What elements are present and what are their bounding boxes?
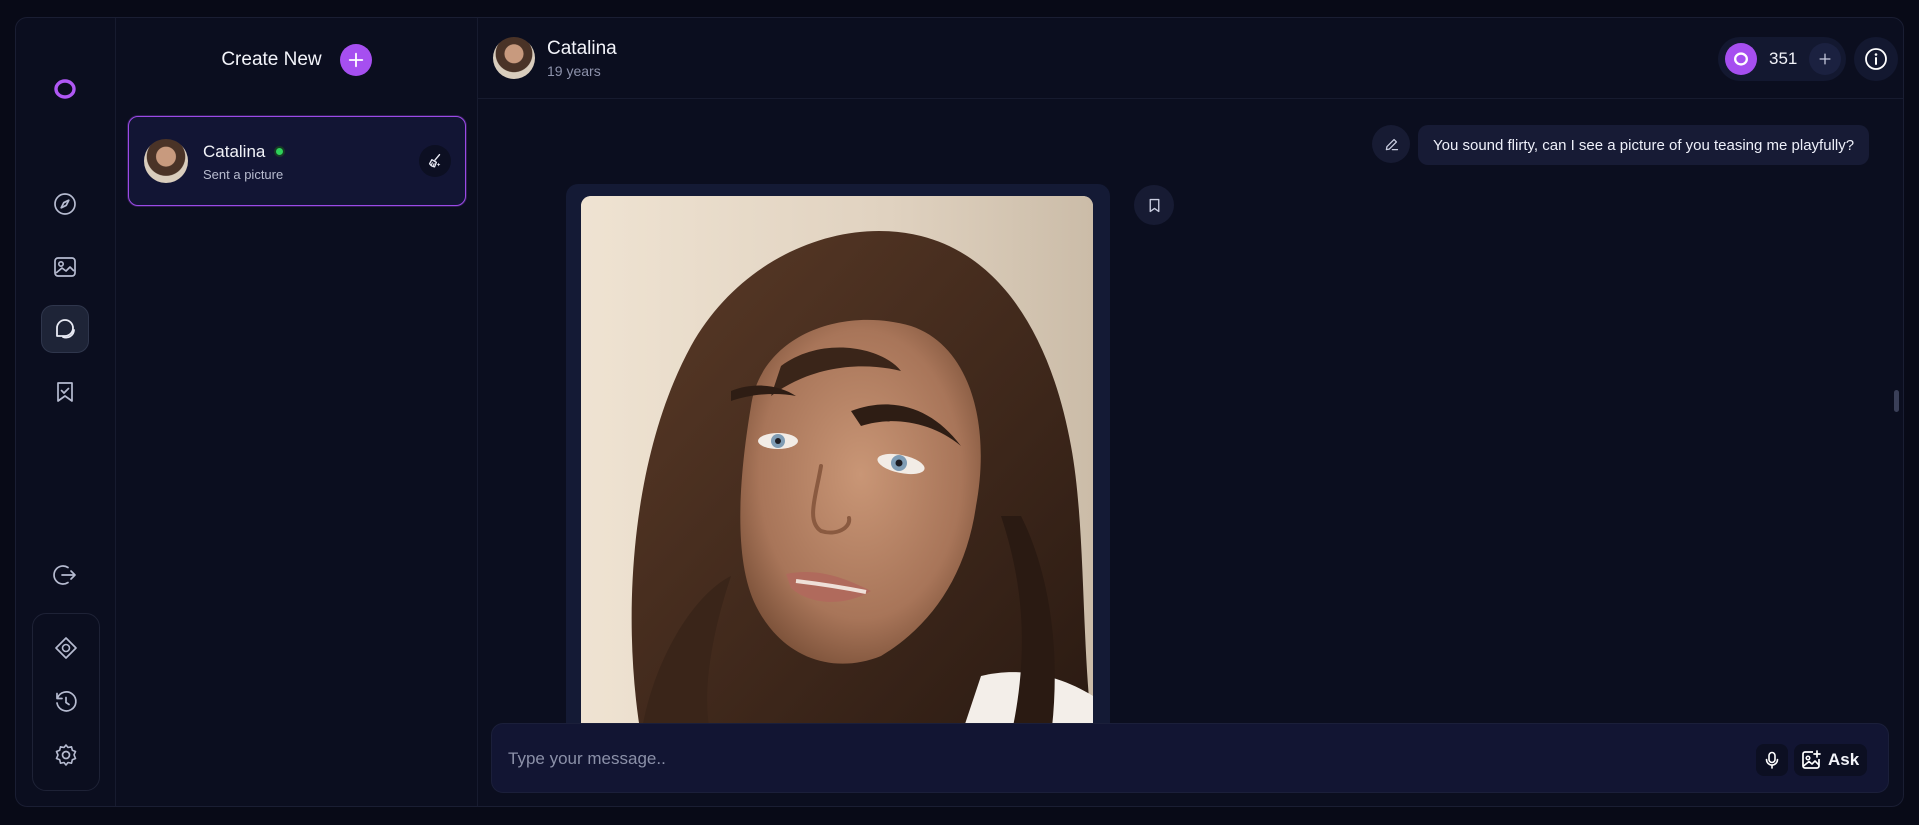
gear-icon	[55, 744, 77, 766]
create-new-row: Create New	[116, 42, 477, 78]
rail-bottom-group	[32, 613, 100, 791]
info-icon	[1865, 48, 1887, 70]
ask-button-label: Ask	[1828, 750, 1860, 769]
theme-button[interactable]	[42, 624, 90, 672]
nav-chat-button[interactable]	[41, 305, 89, 353]
app-window: Create New Catalina Sent a picture Catal…	[15, 17, 1904, 807]
logout-icon	[53, 565, 76, 585]
character-name: Catalina	[547, 38, 617, 59]
info-button[interactable]	[1854, 37, 1898, 81]
avatar[interactable]	[493, 37, 535, 79]
brand-logo-icon[interactable]	[53, 77, 77, 101]
diamond-icon	[55, 637, 77, 659]
conversation-subtitle: Sent a picture	[203, 167, 284, 182]
conversation-item[interactable]: Catalina Sent a picture	[128, 116, 466, 206]
conversation-list: Create New Catalina Sent a picture	[116, 18, 478, 806]
history-button[interactable]	[42, 678, 90, 726]
history-icon	[56, 691, 77, 712]
pencil-icon	[1385, 138, 1398, 150]
add-credits-button[interactable]	[1809, 43, 1842, 75]
nav-explore-button[interactable]	[41, 180, 89, 228]
nav-logout-button[interactable]	[41, 551, 89, 599]
avatar	[144, 139, 188, 183]
microphone-icon	[1765, 751, 1779, 769]
credits-logo-icon	[1725, 43, 1757, 75]
bookmark-icon	[57, 382, 73, 402]
conversation-name: Catalina	[203, 142, 266, 161]
image-icon	[54, 257, 76, 277]
plus-icon	[1819, 53, 1831, 65]
voice-input-button[interactable]	[1756, 744, 1788, 776]
edit-message-button[interactable]	[1372, 125, 1410, 163]
save-image-button[interactable]	[1134, 185, 1174, 225]
chat-icon	[56, 319, 75, 339]
clear-chat-button[interactable]	[419, 145, 451, 177]
scrollbar-thumb[interactable]	[1894, 390, 1899, 412]
character-age: 19 years	[547, 63, 601, 79]
chat-panel: Catalina 19 years 351 You sound flirty, …	[478, 18, 1903, 806]
credits-count: 351	[1769, 49, 1798, 68]
message-list: You sound flirty, can I see a picture of…	[478, 99, 1903, 728]
image-message	[566, 184, 1110, 728]
left-rail	[16, 18, 116, 806]
online-status-dot	[274, 146, 285, 157]
settings-button[interactable]	[42, 731, 90, 779]
broom-icon	[428, 153, 441, 168]
plus-icon	[348, 52, 363, 68]
chat-header: Catalina 19 years 351	[478, 18, 1903, 99]
image-add-icon	[1802, 750, 1821, 769]
user-message: You sound flirty, can I see a picture of…	[1418, 125, 1870, 165]
compass-icon	[54, 193, 76, 215]
credits-badge: 351	[1718, 37, 1846, 81]
ask-image-button[interactable]: Ask	[1794, 744, 1868, 776]
create-new-button[interactable]	[339, 44, 372, 76]
nav-gallery-button[interactable]	[41, 243, 89, 291]
message-input[interactable]	[506, 743, 1706, 775]
character-photo[interactable]	[581, 196, 1093, 728]
bookmark-icon	[1149, 198, 1159, 212]
create-new-label: Create New	[221, 49, 322, 70]
nav-saved-button[interactable]	[41, 368, 89, 416]
message-composer: Ask	[491, 723, 1889, 793]
